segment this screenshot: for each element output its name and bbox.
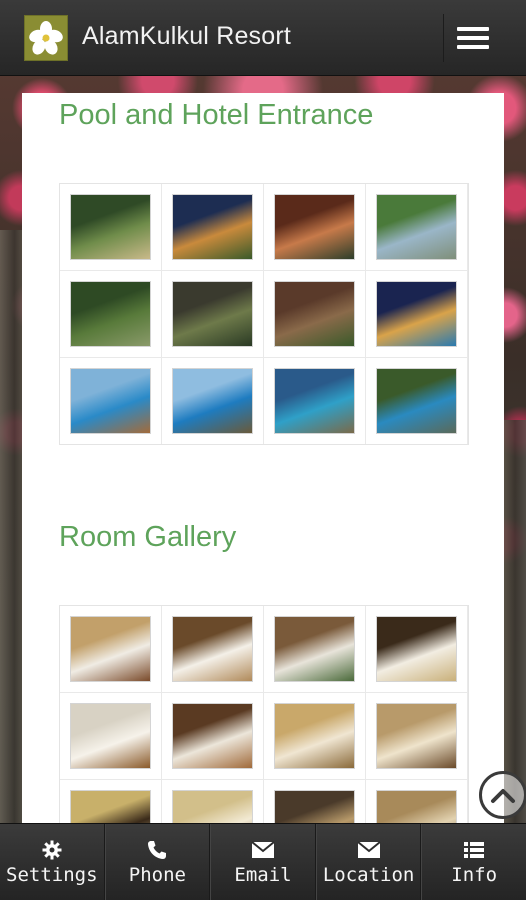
pool-gallery-grid (59, 183, 469, 445)
room-photo-thumbnail[interactable] (173, 617, 252, 681)
gallery-thumb-cell[interactable] (264, 606, 365, 692)
pool-photo-thumbnail[interactable] (275, 282, 354, 346)
nav-phone-label: Phone (128, 864, 186, 886)
gallery-thumb-cell[interactable] (60, 271, 161, 357)
room-photo-thumbnail[interactable] (377, 704, 456, 768)
room-photo-thumbnail[interactable] (275, 704, 354, 768)
gallery-thumb-cell[interactable] (366, 606, 467, 692)
gallery-thumb-cell[interactable] (264, 358, 365, 444)
room-gallery-grid (59, 605, 469, 833)
chevron-up-circle-icon[interactable] (479, 771, 526, 819)
envelope-icon (251, 838, 275, 862)
nav-email-label: Email (234, 864, 292, 886)
pool-photo-thumbnail[interactable] (377, 195, 456, 259)
room-photo-thumbnail[interactable] (275, 617, 354, 681)
pool-photo-thumbnail[interactable] (377, 282, 456, 346)
section-title-pool: Pool and Hotel Entrance (59, 99, 374, 131)
pool-photo-thumbnail[interactable] (173, 282, 252, 346)
frangipani-flower-icon[interactable] (24, 15, 68, 61)
gallery-thumb-cell[interactable] (366, 358, 467, 444)
nav-phone-button[interactable]: Phone (104, 824, 211, 900)
nav-info-button[interactable]: Info (421, 824, 526, 900)
pool-photo-thumbnail[interactable] (173, 195, 252, 259)
pool-photo-thumbnail[interactable] (71, 369, 150, 433)
app-title: AlamKulkul Resort (82, 22, 292, 50)
gallery-thumb-cell[interactable] (60, 606, 161, 692)
gallery-thumb-cell[interactable] (366, 271, 467, 357)
gear-icon (42, 838, 62, 862)
nav-email-button[interactable]: Email (210, 824, 316, 900)
room-photo-thumbnail[interactable] (377, 617, 456, 681)
gallery-thumb-cell[interactable] (60, 358, 161, 444)
section-title-rooms: Room Gallery (59, 521, 237, 553)
pool-photo-thumbnail[interactable] (71, 195, 150, 259)
nav-location-label: Location (322, 864, 415, 886)
nav-info-label: Info (451, 864, 498, 886)
gallery-thumb-cell[interactable] (162, 184, 263, 270)
gallery-thumb-cell[interactable] (162, 693, 263, 779)
hamburger-menu-icon[interactable] (443, 14, 501, 62)
room-photo-thumbnail[interactable] (173, 704, 252, 768)
gallery-thumb-cell[interactable] (162, 358, 263, 444)
gallery-thumb-cell[interactable] (60, 184, 161, 270)
gallery-thumb-cell[interactable] (162, 271, 263, 357)
nav-settings-label: Settings (6, 864, 98, 886)
phone-icon (146, 838, 168, 862)
gallery-thumb-cell[interactable] (60, 693, 161, 779)
envelope-icon (356, 838, 381, 862)
pool-photo-thumbnail[interactable] (275, 195, 354, 259)
gallery-thumb-cell[interactable] (264, 271, 365, 357)
bottom-nav: Settings Phone Email Location Info (0, 823, 526, 900)
gallery-thumb-cell[interactable] (264, 693, 365, 779)
room-photo-thumbnail[interactable] (71, 617, 150, 681)
gallery-thumb-cell[interactable] (366, 184, 467, 270)
nav-location-button[interactable]: Location (315, 824, 422, 900)
list-icon (463, 838, 485, 862)
gallery-thumb-cell[interactable] (264, 184, 365, 270)
pool-photo-thumbnail[interactable] (71, 282, 150, 346)
gallery-thumb-cell[interactable] (366, 693, 467, 779)
gallery-thumb-cell[interactable] (162, 606, 263, 692)
nav-settings-button[interactable]: Settings (0, 824, 105, 900)
tree-trunk-left (0, 230, 24, 830)
pool-photo-thumbnail[interactable] (173, 369, 252, 433)
gallery-card: Pool and Hotel Entrance Room Gallery (22, 93, 504, 833)
app-header: AlamKulkul Resort (0, 0, 526, 76)
room-photo-thumbnail[interactable] (71, 704, 150, 768)
pool-photo-thumbnail[interactable] (275, 369, 354, 433)
pool-photo-thumbnail[interactable] (377, 369, 456, 433)
